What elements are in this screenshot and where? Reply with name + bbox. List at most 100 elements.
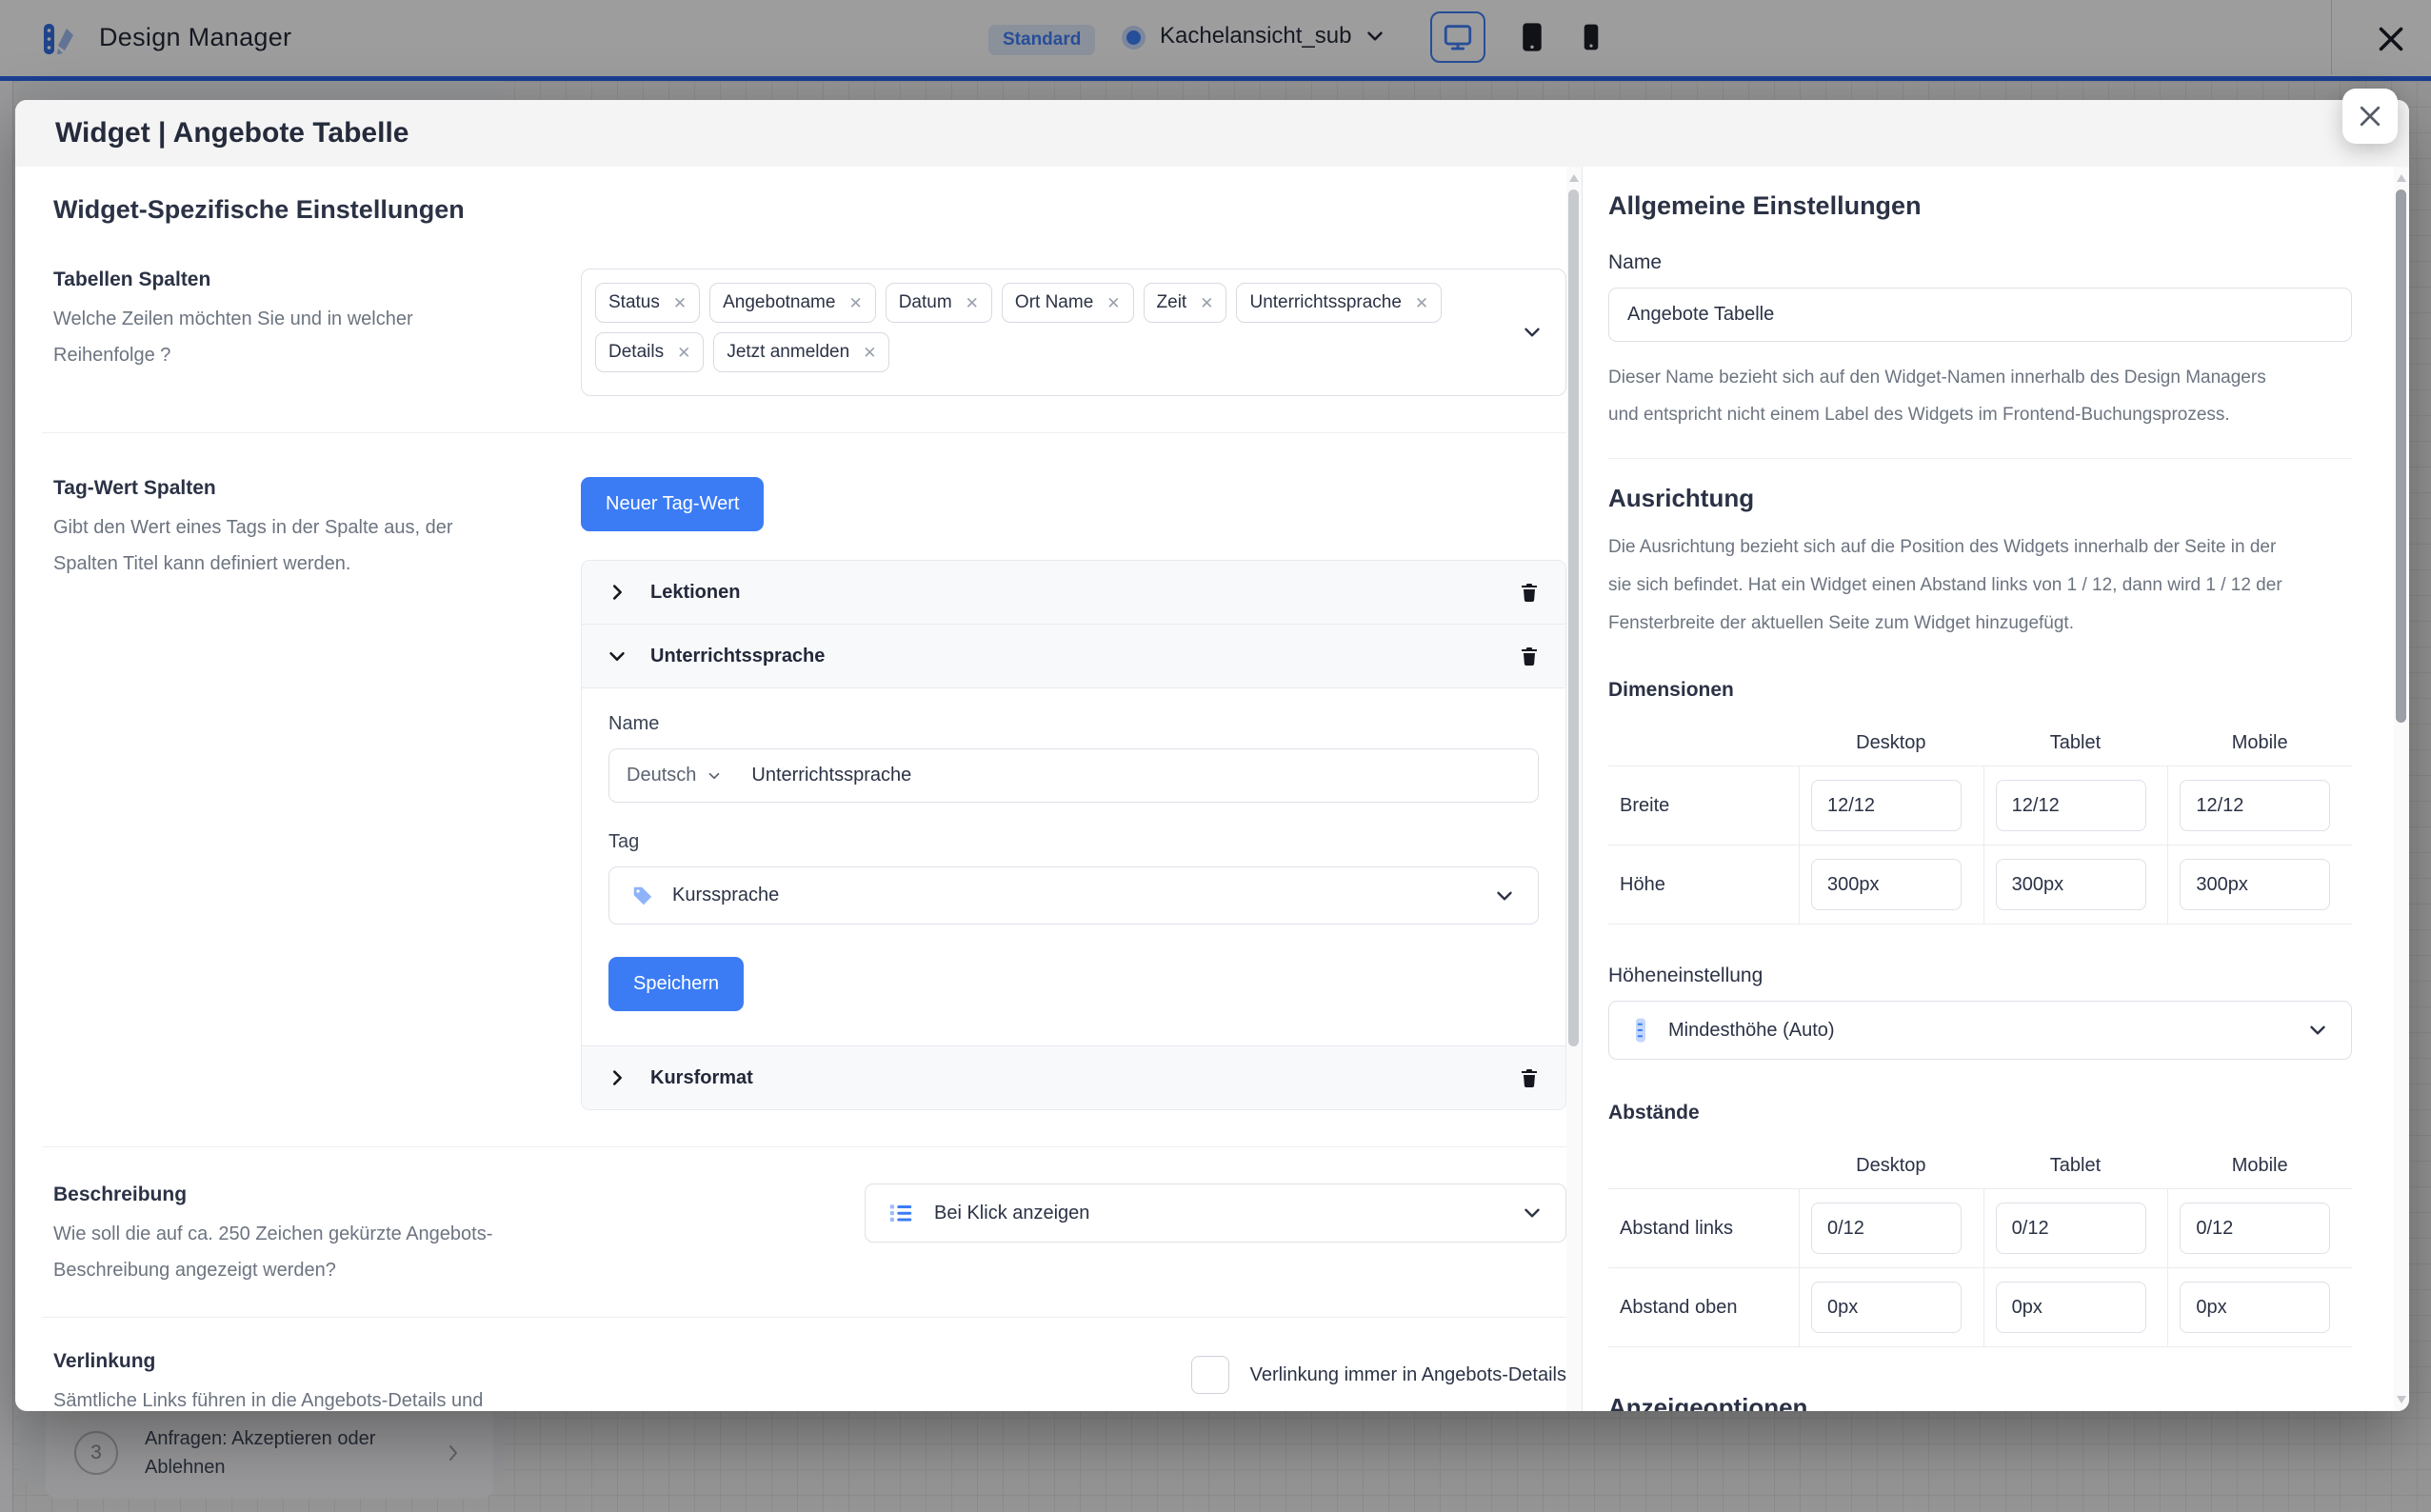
chevron-down-icon [706, 767, 723, 785]
accordion-item-lektionen[interactable]: Lektionen [582, 561, 1565, 624]
trash-icon[interactable] [1518, 644, 1541, 668]
trash-icon[interactable] [1518, 580, 1541, 605]
chip-remove-icon[interactable] [1106, 295, 1120, 311]
widget-specific-settings: Widget-Spezifische Einstellungen Tabelle… [15, 167, 1566, 1411]
left-pane-scrollbar[interactable] [1566, 167, 1582, 1411]
dimensions-table: Desktop Tablet Mobile Breite Höhe [1608, 719, 2352, 925]
chip-remove-icon[interactable] [966, 295, 979, 311]
linking-row: Verlinkung Sämtliche Links führen in die… [15, 1318, 1566, 1411]
new-tag-value-button[interactable]: Neuer Tag-Wert [581, 477, 764, 531]
table-columns-label: Tabellen Spalten [53, 269, 543, 291]
height-setting-select[interactable]: Mindesthöhe (Auto) [1608, 1001, 2352, 1060]
tag-name-input-group: Deutsch [608, 748, 1539, 803]
chip-remove-icon[interactable] [848, 295, 862, 311]
row-label-abstand-links: Abstand links [1608, 1188, 1799, 1267]
alignment-heading: Ausrichtung [1608, 484, 2352, 513]
abstand-links-mobile-input[interactable] [2180, 1203, 2330, 1254]
tag-icon [630, 884, 655, 908]
chip-remove-icon[interactable] [673, 295, 687, 311]
linking-label: Verlinkung [53, 1350, 543, 1373]
trash-icon[interactable] [1518, 1065, 1541, 1090]
hoehe-desktop-input[interactable] [1811, 859, 1962, 910]
tag-select[interactable]: Kurssprache [608, 866, 1539, 925]
tag-name-input[interactable] [751, 765, 1521, 786]
abstand-links-desktop-input[interactable] [1811, 1203, 1962, 1254]
description-display-select[interactable]: Bei Klick anzeigen [865, 1184, 1566, 1243]
abstand-oben-mobile-input[interactable] [2180, 1282, 2330, 1333]
chevron-right-icon [607, 1067, 628, 1088]
widget-name-input[interactable] [1608, 288, 2352, 342]
scroll-arrow-icon[interactable] [2397, 1396, 2406, 1403]
column-header-desktop: Desktop [1799, 719, 1983, 766]
section-divider [1608, 458, 2352, 459]
tag-value-editor: Name Deutsch [582, 687, 1565, 1046]
column-header-mobile: Mobile [2167, 1142, 2352, 1188]
chevron-right-icon [607, 582, 628, 603]
table-columns-row: Tabellen Spalten Welche Zeilen möchten S… [15, 225, 1566, 432]
tag-value-accordion: Lektionen Unterrichtssprache [581, 560, 1566, 1110]
right-pane-scrollbar[interactable] [2394, 167, 2409, 1411]
abstand-oben-tablet-input[interactable] [1996, 1282, 2146, 1333]
column-chip[interactable]: Ort Name [1002, 283, 1134, 323]
column-chip[interactable]: Unterrichtssprache [1236, 283, 1442, 323]
display-options-heading: Anzeigeoptionen [1608, 1393, 2352, 1411]
chevron-down-icon [2305, 1018, 2330, 1043]
abstand-oben-desktop-input[interactable] [1811, 1282, 1962, 1333]
modal-close-button[interactable] [2342, 89, 2398, 144]
accordion-item-kursformat[interactable]: Kursformat [582, 1046, 1565, 1109]
column-chip[interactable]: Details [595, 332, 704, 372]
close-icon [2356, 102, 2384, 130]
widget-settings-modal: Widget | Angebote Tabelle Widget-Spezifi… [15, 100, 2409, 1411]
breite-mobile-input[interactable] [2180, 780, 2330, 831]
list-icon [887, 1199, 915, 1227]
scrollbar-thumb[interactable] [1568, 189, 1579, 1046]
name-label: Name [1608, 251, 2352, 274]
general-settings-panel: Allgemeine Einstellungen Name Dieser Nam… [1582, 167, 2394, 1411]
column-chip[interactable]: Angebotname [709, 283, 876, 323]
alignment-description: Die Ausrichtung bezieht sich auf die Pos… [1608, 528, 2352, 643]
chevron-down-icon [1492, 884, 1517, 908]
abstand-links-tablet-input[interactable] [1996, 1203, 2146, 1254]
chip-remove-icon[interactable] [1200, 295, 1213, 311]
column-header-desktop: Desktop [1799, 1142, 1983, 1188]
description-label: Beschreibung [53, 1184, 543, 1206]
table-columns-multiselect[interactable]: Status Angebotname Datum Ort Name Zeit U… [581, 269, 1566, 396]
tag-value-label: Tag-Wert Spalten [53, 477, 543, 500]
row-label-abstand-oben: Abstand oben [1608, 1267, 1799, 1347]
linking-description: Sämtliche Links führen in die Angebots-D… [53, 1383, 543, 1411]
chevron-down-icon[interactable] [1520, 320, 1544, 345]
column-header-tablet: Tablet [1983, 719, 2168, 766]
scrollbar-thumb[interactable] [2396, 189, 2406, 723]
linking-checkbox[interactable] [1191, 1356, 1229, 1394]
hoehe-mobile-input[interactable] [2180, 859, 2330, 910]
language-select[interactable]: Deutsch [627, 765, 723, 786]
save-button[interactable]: Speichern [608, 957, 744, 1011]
chip-remove-icon[interactable] [863, 345, 876, 361]
column-chip[interactable]: Zeit [1144, 283, 1227, 323]
scroll-arrow-icon[interactable] [2397, 174, 2406, 182]
table-columns-description: Welche Zeilen möchten Sie und in welcher… [53, 301, 543, 373]
scroll-arrow-icon[interactable] [1569, 174, 1579, 182]
row-label-hoehe: Höhe [1608, 845, 1799, 925]
chip-remove-icon[interactable] [1415, 295, 1428, 311]
hoehe-tablet-input[interactable] [1996, 859, 2146, 910]
description-help: Wie soll die auf ca. 250 Zeichen gekürzt… [53, 1216, 543, 1288]
right-pane-heading: Allgemeine Einstellungen [1608, 191, 2352, 221]
column-header-mobile: Mobile [2167, 719, 2352, 766]
chip-remove-icon[interactable] [677, 345, 690, 361]
column-chip[interactable]: Jetzt anmelden [713, 332, 889, 372]
height-setting-label: Höheneinstellung [1608, 965, 2352, 987]
breite-tablet-input[interactable] [1996, 780, 2146, 831]
description-row: Beschreibung Wie soll die auf ca. 250 Ze… [15, 1147, 1566, 1317]
spacing-heading: Abstände [1608, 1102, 2352, 1124]
linking-checkbox-label: Verlinkung immer in Angebots-Details [1250, 1364, 1566, 1386]
column-chip[interactable]: Datum [886, 283, 992, 323]
ruler-icon [1630, 1016, 1651, 1044]
left-pane-heading: Widget-Spezifische Einstellungen [53, 195, 1566, 225]
tag-value-columns-row: Tag-Wert Spalten Gibt den Wert eines Tag… [15, 433, 1566, 1146]
spacing-table: Desktop Tablet Mobile Abstand links Abst… [1608, 1142, 2352, 1347]
breite-desktop-input[interactable] [1811, 780, 1962, 831]
name-help-text: Dieser Name bezieht sich auf den Widget-… [1608, 359, 2352, 433]
column-chip[interactable]: Status [595, 283, 700, 323]
accordion-item-unterrichtssprache[interactable]: Unterrichtssprache [582, 624, 1565, 687]
